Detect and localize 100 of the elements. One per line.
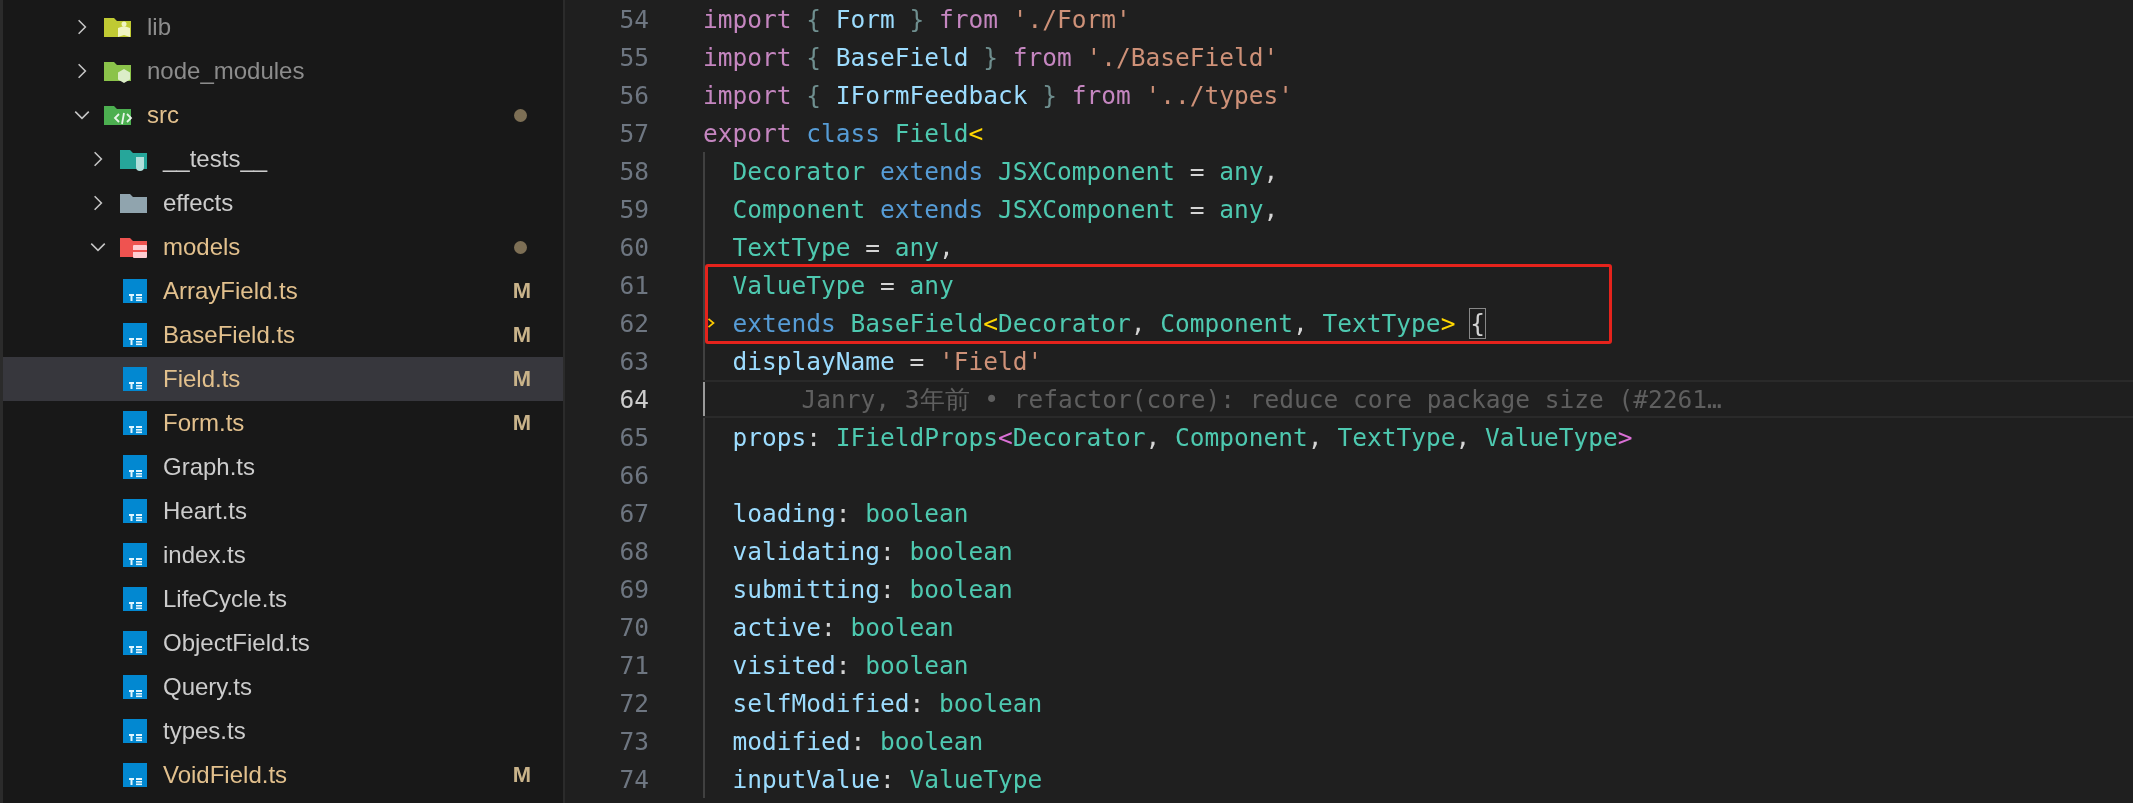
code-line: validating: boolean [732, 536, 1013, 566]
file-name: node_modules [147, 57, 305, 85]
file-name: index.ts [163, 541, 246, 569]
code-line: TextType = any, [732, 232, 954, 262]
code-line: active: boolean [732, 612, 954, 642]
code-line: extends BaseField<Decorator, Component, TextType> { [732, 308, 1485, 338]
file-item[interactable]: types.ts [3, 709, 563, 753]
folder-item[interactable]: lib [3, 5, 563, 49]
typescript-file-icon [123, 543, 147, 567]
git-status: M [512, 762, 531, 788]
line-number: 59 [618, 194, 649, 224]
file-name: LifeCycle.ts [163, 585, 288, 613]
folder-icon [103, 59, 133, 83]
code-line: import { BaseField } from './BaseField' [703, 42, 1279, 72]
file-name: __tests__ [163, 145, 268, 173]
file-name: models [163, 233, 241, 261]
typescript-file-icon [123, 323, 147, 347]
file-name: Graph.ts [163, 453, 256, 481]
line-number: 69 [618, 574, 649, 604]
typescript-file-icon [123, 455, 147, 479]
file-name: Form.ts [163, 409, 245, 437]
line-number: 71 [618, 650, 649, 680]
file-item[interactable]: Field.ts M [3, 357, 563, 401]
folder-item[interactable]: effects [3, 181, 563, 225]
file-name: ArrayField.ts [163, 277, 298, 305]
line-number: 73 [618, 726, 649, 756]
file-item[interactable]: VoidField.ts M [3, 753, 563, 797]
code-line: submitting: boolean [732, 574, 1013, 604]
blame-annotation: Janry, 3年前 • refactor(core): reduce core package size (#2261… [801, 383, 1722, 416]
typescript-file-icon [123, 279, 147, 303]
code-line: visited: boolean [732, 650, 969, 680]
line-number: 74 [618, 764, 649, 794]
file-name: src [147, 101, 179, 129]
code-folder-icon [103, 103, 133, 127]
code-line: selfModified: boolean [732, 688, 1043, 718]
code-line: export class Field< [703, 118, 984, 148]
typescript-file-icon [123, 763, 147, 787]
line-number: 67 [618, 498, 649, 528]
line-number: 64 [618, 384, 649, 414]
file-name: types.ts [163, 717, 246, 745]
file-name: VoidField.ts [163, 761, 288, 789]
file-name: Heart.ts [163, 497, 248, 525]
git-status: M [512, 410, 531, 436]
line-number: 55 [618, 42, 649, 72]
typescript-file-icon [123, 367, 147, 391]
line-number: 68 [618, 536, 649, 566]
code-line: import { Form } from './Form' [703, 4, 1131, 34]
line-number: 70 [618, 612, 649, 642]
git-status: M [512, 278, 531, 304]
folder-item[interactable]: node_modules [3, 49, 563, 93]
file-item[interactable]: ObjectField.ts [3, 621, 563, 665]
file-item[interactable]: Graph.ts [3, 445, 563, 489]
line-number: 58 [618, 156, 649, 186]
file-item[interactable]: ArrayField.ts M [3, 269, 563, 313]
line-number: 65 [618, 422, 649, 452]
table-folder-icon [119, 235, 149, 259]
file-name: effects [163, 189, 234, 217]
folder-icon [103, 15, 133, 39]
folder-item[interactable]: models [3, 225, 563, 269]
typescript-file-icon [123, 411, 147, 435]
line-number: 72 [618, 688, 649, 718]
file-item[interactable]: LifeCycle.ts [3, 577, 563, 621]
file-item[interactable]: Heart.ts [3, 489, 563, 533]
code-line: inputValue: ValueType [732, 764, 1043, 794]
file-name: BaseField.ts [163, 321, 296, 349]
code-line: displayName = 'Field' [732, 346, 1043, 376]
file-item[interactable]: index.ts [3, 533, 563, 577]
file-name: Field.ts [163, 365, 241, 393]
file-name: Query.ts [163, 673, 252, 701]
file-item[interactable]: Form.ts M [3, 401, 563, 445]
typescript-file-icon [123, 587, 147, 611]
file-item[interactable]: Query.ts [3, 665, 563, 709]
line-number: 66 [618, 460, 649, 490]
line-number: 56 [618, 80, 649, 110]
test-folder-icon [119, 147, 149, 171]
typescript-file-icon [123, 719, 147, 743]
code-line: Decorator extends JSXComponent = any, [732, 156, 1279, 186]
folder-item[interactable]: __tests__ [3, 137, 563, 181]
line-number: 54 [618, 4, 649, 34]
line-number: 57 [618, 118, 649, 148]
git-status: M [512, 322, 531, 348]
folder-item[interactable]: src [3, 93, 563, 137]
line-number: 62 [618, 308, 649, 338]
typescript-file-icon [123, 675, 147, 699]
code-line: loading: boolean [732, 498, 969, 528]
typescript-file-icon [123, 631, 147, 655]
code-line: Component extends JSXComponent = any, [732, 194, 1279, 224]
file-item[interactable]: BaseField.ts M [3, 313, 563, 357]
git-status: M [512, 366, 531, 392]
file-name: lib [147, 13, 171, 41]
file-name: ObjectField.ts [163, 629, 310, 657]
line-number: 63 [618, 346, 649, 376]
typescript-file-icon [123, 499, 147, 523]
folder-icon [119, 191, 149, 215]
code-line: props: IFieldProps<Decorator, Component, TextType, ValueType> [732, 422, 1633, 452]
line-number: 60 [618, 232, 649, 262]
code-line: import { IFormFeedback } from '../types' [703, 80, 1294, 110]
code-line: ValueType = any [732, 270, 954, 300]
line-number: 61 [618, 270, 649, 300]
code-line: modified: boolean [732, 726, 984, 756]
